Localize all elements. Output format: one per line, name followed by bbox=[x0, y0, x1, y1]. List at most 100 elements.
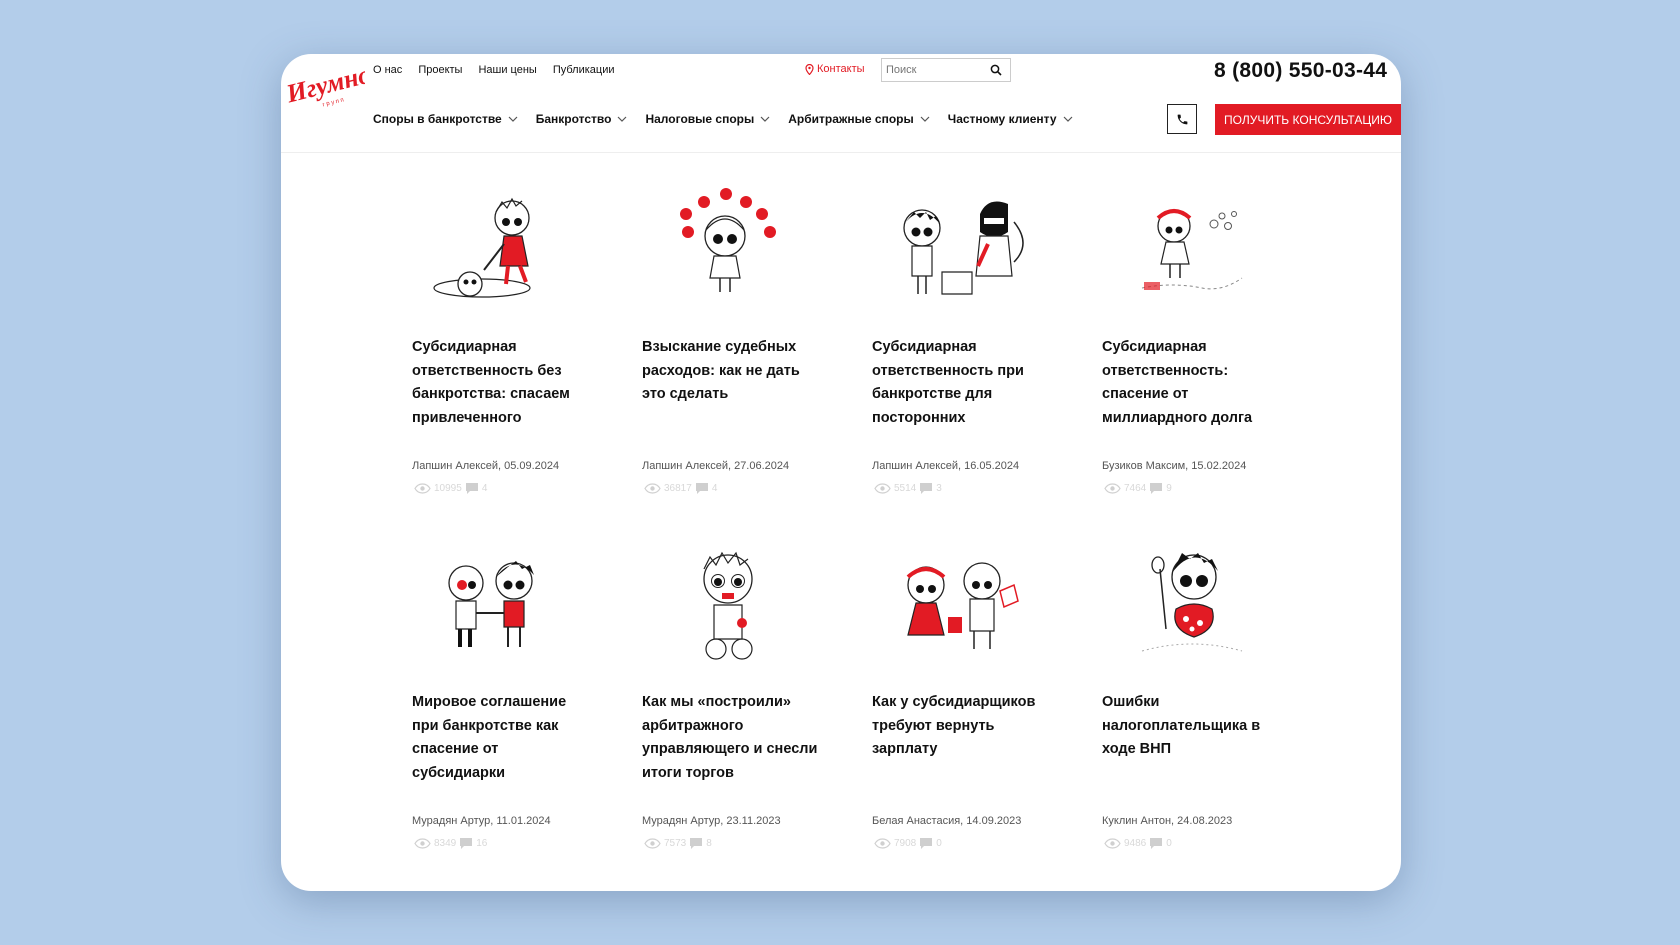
publication-card[interactable]: Как мы «построили» арбитражного управляю… bbox=[642, 539, 822, 849]
comments-count: 4 bbox=[711, 483, 718, 494]
card-title[interactable]: Как мы «построили» арбитражного управляю… bbox=[642, 691, 822, 785]
publication-card[interactable]: Ошибки налогоплательщика в ходе ВНП Кукл… bbox=[1102, 539, 1282, 849]
card-meta: Лапшин Алексей, 27.06.2024 bbox=[642, 460, 790, 472]
chevron-down-icon bbox=[508, 116, 518, 122]
chevron-down-icon bbox=[760, 116, 770, 122]
nav-projects[interactable]: Проекты bbox=[418, 64, 462, 76]
cartoon-apples-illustration bbox=[680, 188, 776, 292]
card-stats: 7908 0 bbox=[874, 837, 942, 850]
chevron-down-icon bbox=[920, 116, 930, 122]
phone-icon bbox=[1177, 114, 1187, 124]
card-title[interactable]: Как у субсидиарщиков требуют вернуть зар… bbox=[872, 691, 1052, 762]
cartoon-rescue-illustration bbox=[433, 197, 531, 298]
nav-publications[interactable]: Публикации bbox=[553, 64, 615, 76]
consultation-button[interactable]: ПОЛУЧИТЬ КОНСУЛЬТАЦИЮ bbox=[1215, 104, 1401, 135]
cartoon-handshake-illustration bbox=[448, 561, 534, 647]
comment-icon bbox=[1150, 483, 1163, 494]
menu-arbitration-disputes[interactable]: Арбитражные споры bbox=[788, 112, 930, 126]
search-icon[interactable] bbox=[990, 64, 1002, 76]
card-stats: 8349 16 bbox=[414, 837, 487, 850]
header-divider bbox=[281, 152, 1401, 153]
card-meta: Мурадян Артур, 11.01.2024 bbox=[412, 815, 551, 827]
views-count: 8349 bbox=[434, 838, 457, 849]
publication-card[interactable]: Мировое соглашение при банкротстве как с… bbox=[412, 539, 592, 849]
card-stats: 7464 9 bbox=[1104, 482, 1172, 495]
cartoon-wheelchair-illustration bbox=[703, 551, 753, 660]
cartoon-money-illustration bbox=[906, 562, 1019, 649]
card-meta: Мурадян Артур, 23.11.2023 bbox=[642, 815, 781, 827]
card-meta: Лапшин Алексей, 16.05.2024 bbox=[872, 460, 1020, 472]
card-title[interactable]: Субсидиарная ответственность: спасение о… bbox=[1102, 336, 1282, 430]
eye-icon bbox=[414, 483, 431, 494]
views-count: 5514 bbox=[894, 483, 917, 494]
views-count: 10995 bbox=[434, 483, 462, 494]
views-count: 36817 bbox=[664, 483, 692, 494]
eye-icon bbox=[1104, 838, 1121, 849]
comments-count: 9 bbox=[1166, 483, 1172, 494]
views-count: 9486 bbox=[1124, 838, 1147, 849]
comment-icon bbox=[920, 483, 933, 494]
contacts-label: Контакты bbox=[817, 63, 865, 75]
card-stats: 7573 8 bbox=[644, 837, 712, 850]
views-count: 7573 bbox=[664, 838, 687, 849]
cartoon-mushroom-illustration bbox=[1141, 553, 1243, 652]
eye-icon bbox=[644, 838, 661, 849]
chevron-down-icon bbox=[618, 116, 627, 122]
comments-count: 0 bbox=[1166, 838, 1172, 849]
comment-icon bbox=[1150, 838, 1163, 849]
publication-card[interactable]: Как у субсидиарщиков требуют вернуть зар… bbox=[872, 539, 1052, 849]
logo[interactable]: Игумнов г р у п п bbox=[283, 60, 365, 110]
search-box bbox=[881, 58, 1011, 82]
comment-icon bbox=[920, 838, 933, 849]
card-stats: 9486 0 bbox=[1104, 837, 1172, 850]
card-meta: Куклин Антон, 24.08.2023 bbox=[1102, 815, 1233, 827]
comments-count: 16 bbox=[476, 838, 488, 849]
eye-icon bbox=[874, 838, 891, 849]
call-button[interactable] bbox=[1167, 104, 1197, 134]
publication-card[interactable]: Субсидиарная ответственность без банкрот… bbox=[412, 184, 592, 494]
main-nav: Споры в банкротстве Банкротство Налоговы… bbox=[373, 112, 1073, 126]
eye-icon bbox=[414, 838, 431, 849]
publication-card[interactable]: Субсидиарная ответственность: спасение о… bbox=[1102, 184, 1282, 494]
nav-about[interactable]: О нас bbox=[373, 64, 402, 76]
comment-icon bbox=[465, 483, 478, 494]
phone-number[interactable]: 8 (800) 550-03-44 bbox=[1214, 59, 1387, 83]
card-title[interactable]: Ошибки налогоплательщика в ходе ВНП bbox=[1102, 691, 1282, 762]
card-meta: Бузиков Максим, 15.02.2024 bbox=[1102, 460, 1247, 472]
top-nav: О нас Проекты Наши цены Публикации bbox=[373, 64, 615, 76]
menu-bankruptcy[interactable]: Банкротство bbox=[536, 112, 628, 126]
views-count: 7464 bbox=[1124, 483, 1147, 494]
menu-private-client[interactable]: Частному клиенту bbox=[948, 112, 1073, 126]
card-stats: 36817 4 bbox=[644, 482, 717, 495]
comment-icon bbox=[460, 838, 473, 849]
card-meta: Лапшин Алексей, 05.09.2024 bbox=[412, 460, 560, 472]
eye-icon bbox=[874, 483, 891, 494]
search-input[interactable] bbox=[882, 63, 988, 77]
card-stats: 10995 4 bbox=[414, 482, 487, 495]
comment-icon bbox=[695, 483, 708, 494]
cartoon-bubbles-illustration bbox=[1141, 209, 1243, 290]
cartoon-executioner-illustration bbox=[903, 201, 1024, 295]
browser-frame: Игумнов г р у п п О нас Проекты Наши цен… bbox=[281, 54, 1401, 891]
menu-bankruptcy-disputes[interactable]: Споры в банкротстве bbox=[373, 112, 518, 126]
card-title[interactable]: Субсидиарная ответственность при банкрот… bbox=[872, 336, 1052, 430]
publication-card[interactable]: Субсидиарная ответственность при банкрот… bbox=[872, 184, 1052, 494]
card-stats: 5514 3 bbox=[874, 482, 942, 495]
card-title[interactable]: Мировое соглашение при банкротстве как с… bbox=[412, 691, 592, 785]
comment-icon bbox=[690, 838, 703, 849]
comments-count: 4 bbox=[481, 483, 488, 494]
menu-tax-disputes[interactable]: Налоговые споры bbox=[645, 112, 770, 126]
comments-count: 3 bbox=[936, 483, 942, 494]
card-title[interactable]: Субсидиарная ответственность без банкрот… bbox=[412, 336, 592, 430]
contacts-link[interactable]: Контакты bbox=[805, 63, 865, 75]
comments-count: 8 bbox=[706, 838, 712, 849]
eye-icon bbox=[1104, 483, 1121, 494]
eye-icon bbox=[644, 483, 661, 494]
comments-count: 0 bbox=[936, 838, 942, 849]
location-pin-icon bbox=[805, 63, 814, 75]
publication-card[interactable]: Взыскание судебных расходов: как не дать… bbox=[642, 184, 822, 494]
nav-prices[interactable]: Наши цены bbox=[478, 64, 536, 76]
views-count: 7908 bbox=[894, 838, 917, 849]
chevron-down-icon bbox=[1063, 116, 1072, 122]
card-title[interactable]: Взыскание судебных расходов: как не дать… bbox=[642, 336, 822, 407]
